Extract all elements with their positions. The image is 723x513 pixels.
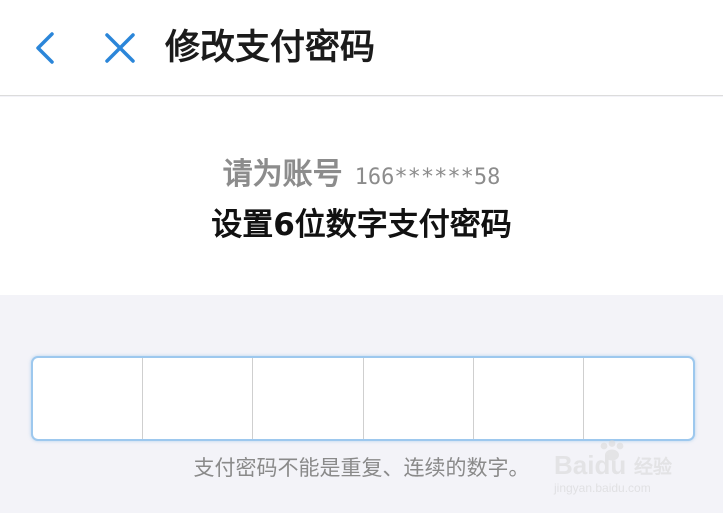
- pin-input[interactable]: [31, 356, 695, 441]
- account-prompt: 请为账号 166******58: [0, 149, 723, 193]
- close-button[interactable]: [98, 26, 142, 70]
- pin-digit-cell[interactable]: [364, 358, 474, 439]
- prompt-panel: 请为账号 166******58 设置6位数字支付密码: [0, 97, 723, 295]
- watermark-url: jingyan.baidu.com: [553, 481, 651, 495]
- close-icon: [105, 33, 135, 63]
- watermark-brand: Baidu: [554, 450, 626, 480]
- baidu-watermark: Baidu 经验 jingyan.baidu.com: [553, 440, 673, 495]
- pin-digit-cell[interactable]: [143, 358, 254, 439]
- pin-digit-cell[interactable]: [33, 358, 144, 439]
- account-prompt-prefix: 请为账号: [222, 157, 343, 192]
- back-button[interactable]: [24, 26, 68, 70]
- pin-digit-cell[interactable]: [253, 358, 364, 439]
- chevron-left-icon: [36, 32, 54, 64]
- page-title: 修改支付密码: [165, 28, 376, 68]
- watermark-label: 经验: [634, 455, 673, 478]
- pin-digit-cell[interactable]: [584, 358, 693, 439]
- nav-header: 修改支付密码: [0, 0, 723, 96]
- set-password-instruction: 设置6位数字支付密码: [211, 207, 512, 243]
- pin-digit-cell[interactable]: [474, 358, 584, 439]
- masked-account-number: 166******58: [354, 165, 501, 190]
